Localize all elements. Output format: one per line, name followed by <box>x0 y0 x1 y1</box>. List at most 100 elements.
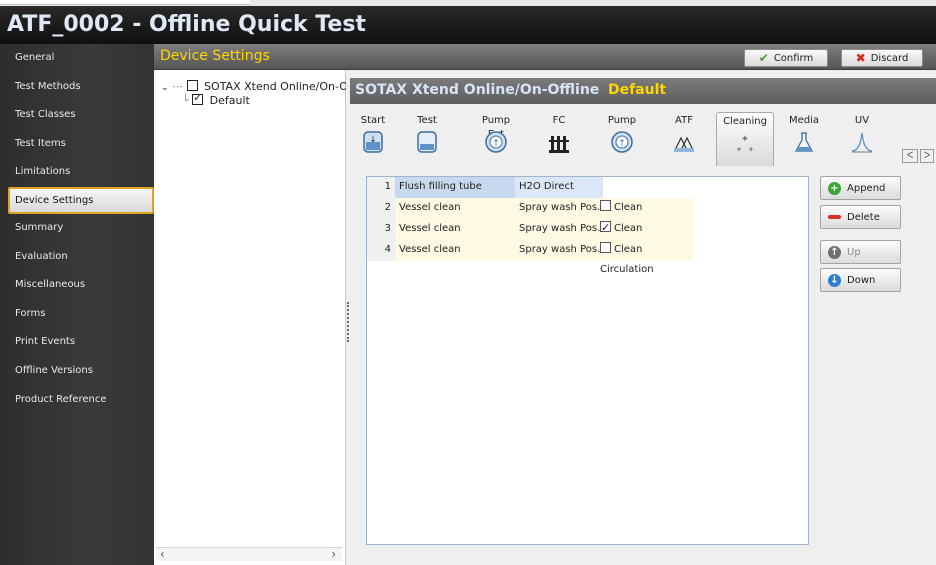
device-header: SOTAX Xtend Online/On-Offline Default <box>350 78 936 104</box>
row-number: 3 <box>367 219 395 240</box>
clean-circulation-option[interactable]: Clean Circulation <box>600 240 693 280</box>
svg-text:✦: ✦ <box>741 134 749 145</box>
svg-text:↓: ↓ <box>369 135 377 145</box>
tree-root-label: SOTAX Xtend Online/On-Of <box>204 80 352 93</box>
device-name: SOTAX Xtend Online/On-Offline <box>355 82 600 98</box>
table-row[interactable]: 4 Vessel clean Spray wash Pos. 1 Clean C… <box>367 240 693 275</box>
sidebar-item-forms[interactable]: Forms <box>0 300 154 329</box>
discard-button[interactable]: ✖ Discard <box>841 49 923 67</box>
tree-connector-icon: ⋯ <box>172 80 184 93</box>
tab-scroll-right-icon[interactable]: ᐳ <box>920 149 934 163</box>
tab-label: UV <box>854 115 870 126</box>
discard-label: Discard <box>870 52 909 64</box>
pump-icon: ↑ <box>611 131 633 153</box>
tab-cleaning[interactable]: Cleaning ✦ ✦ ✦ <box>716 112 774 166</box>
splitter-grip[interactable] <box>347 302 349 342</box>
vessel-test-icon <box>417 131 437 153</box>
step-name: Vessel clean <box>399 202 461 213</box>
tree-horizontal-scrollbar[interactable]: ‹ › <box>156 547 342 561</box>
checkmark-icon: ✔ <box>758 51 769 65</box>
tab-label: Test <box>417 115 437 126</box>
tab-label: ATF <box>675 115 693 126</box>
tab-start[interactable]: Start ↓ <box>354 114 392 164</box>
confirm-label: Confirm <box>773 52 814 64</box>
svg-text:↑: ↑ <box>492 139 500 149</box>
sidebar-item-device-settings[interactable]: Device Settings <box>8 186 154 214</box>
cleaning-sparkle-icon: ✦✦ ✦ <box>736 134 755 154</box>
tab-uv[interactable]: UV <box>846 114 878 164</box>
row-body: Vessel clean Spray wash Pos. 1 Clean Cir… <box>395 218 693 254</box>
down-button[interactable]: ↓ Down <box>820 268 901 292</box>
sidebar-item-miscellaneous[interactable]: Miscellaneous <box>0 271 154 300</box>
delete-label: Delete <box>847 211 880 223</box>
tab-media[interactable]: Media <box>786 114 822 164</box>
sidebar-item-offline-versions[interactable]: Offline Versions <box>0 357 154 386</box>
tab-scroll-left-icon[interactable]: ᐸ <box>902 149 918 163</box>
down-label: Down <box>847 274 876 286</box>
config-name: Default <box>608 82 667 98</box>
up-label: Up <box>847 246 861 258</box>
sidebar-item-general[interactable]: General <box>0 44 154 73</box>
table-row[interactable]: 1 Flush filling tube H2O Direct <box>367 177 693 198</box>
panel-header: Device Settings ✔ Confirm ✖ Discard <box>154 44 936 70</box>
flow-cell-icon <box>549 136 569 153</box>
device-tree: ⌄ ⋯ SOTAX Xtend Online/On-Of └ Default ‹… <box>154 70 352 565</box>
append-button[interactable]: + Append <box>820 176 901 200</box>
scroll-right-icon[interactable]: › <box>331 547 336 561</box>
table-row[interactable]: 2 Vessel clean Spray wash Pos. 1 Clean C… <box>367 198 693 233</box>
sidebar-item-test-classes[interactable]: Test Classes <box>0 101 154 130</box>
tab-label: Start <box>360 115 386 126</box>
step-name: Vessel clean <box>399 223 461 234</box>
tree-child-label: Default <box>209 94 250 107</box>
delete-button[interactable]: Delete <box>820 205 901 229</box>
sidebar-item-limitations[interactable]: Limitations <box>0 158 154 187</box>
clean-circulation-checkbox[interactable] <box>600 200 611 211</box>
uv-spectrum-icon <box>851 132 873 153</box>
panel-title: Device Settings <box>160 48 270 64</box>
sidebar: General Test Methods Test Classes Test Item… <box>0 44 154 565</box>
tab-atf[interactable]: ATF <box>668 114 700 164</box>
collapse-chevron-icon[interactable]: ⌄ <box>161 83 169 93</box>
step-name: Vessel clean <box>399 244 461 255</box>
clean-circulation-checkbox[interactable] <box>600 242 611 253</box>
step-target: Spray wash Pos. 1 <box>519 223 610 234</box>
top-strip-tab <box>0 0 250 5</box>
row-body: Vessel clean Spray wash Pos. 1 Clean Cir… <box>395 240 693 275</box>
cleaning-steps-table: 1 Flush filling tube H2O Direct 2 Vessel… <box>366 176 809 545</box>
sidebar-item-print-events[interactable]: Print Events <box>0 328 154 357</box>
row-body: Flush filling tube H2O Direct <box>395 177 693 198</box>
clean-circulation-checkbox[interactable] <box>600 218 611 238</box>
sidebar-item-test-items[interactable]: Test Items <box>0 130 154 159</box>
tree-branch-icon: └ <box>182 94 189 107</box>
tree-node-root[interactable]: ⌄ ⋯ SOTAX Xtend Online/On-Of <box>161 80 352 93</box>
tab-pump[interactable]: Pump ↑ <box>604 114 640 164</box>
sidebar-item-summary[interactable]: Summary <box>0 214 154 243</box>
atf-icon <box>674 136 694 152</box>
step-name: Flush filling tube <box>399 181 482 192</box>
tab-label: FC <box>552 115 566 126</box>
step-target: Spray wash Pos. 1 <box>519 202 610 213</box>
tab-pump-ext[interactable]: Pump Ext ↑ <box>476 114 516 164</box>
table-row[interactable]: 3 Vessel clean Spray wash Pos. 1 Clean C… <box>367 218 693 254</box>
step-target: H2O Direct <box>519 181 574 192</box>
tab-label: Pump Ext <box>481 115 511 140</box>
up-button[interactable]: ↑ Up <box>820 240 901 264</box>
sidebar-item-product-reference[interactable]: Product Reference <box>0 386 154 415</box>
device-content: SOTAX Xtend Online/On-Offline Default St… <box>350 70 936 565</box>
tab-test[interactable]: Test <box>408 114 446 164</box>
row-number: 4 <box>367 240 395 261</box>
tree-node-default[interactable]: └ Default <box>182 91 250 107</box>
minus-icon <box>828 215 841 219</box>
flask-icon <box>794 132 814 152</box>
confirm-button[interactable]: ✔ Confirm <box>744 49 828 67</box>
sidebar-item-test-methods[interactable]: Test Methods <box>0 73 154 102</box>
svg-text:✦: ✦ <box>736 145 743 154</box>
scroll-left-icon[interactable]: ‹ <box>160 547 165 561</box>
sidebar-item-evaluation[interactable]: Evaluation <box>0 243 154 272</box>
plus-icon: + <box>828 181 841 195</box>
default-checkbox[interactable] <box>192 91 204 105</box>
svg-text:↑: ↑ <box>618 139 626 149</box>
tab-fc[interactable]: FC <box>542 114 576 164</box>
root-checkbox[interactable] <box>186 80 198 91</box>
tab-label: Cleaning <box>723 116 767 127</box>
